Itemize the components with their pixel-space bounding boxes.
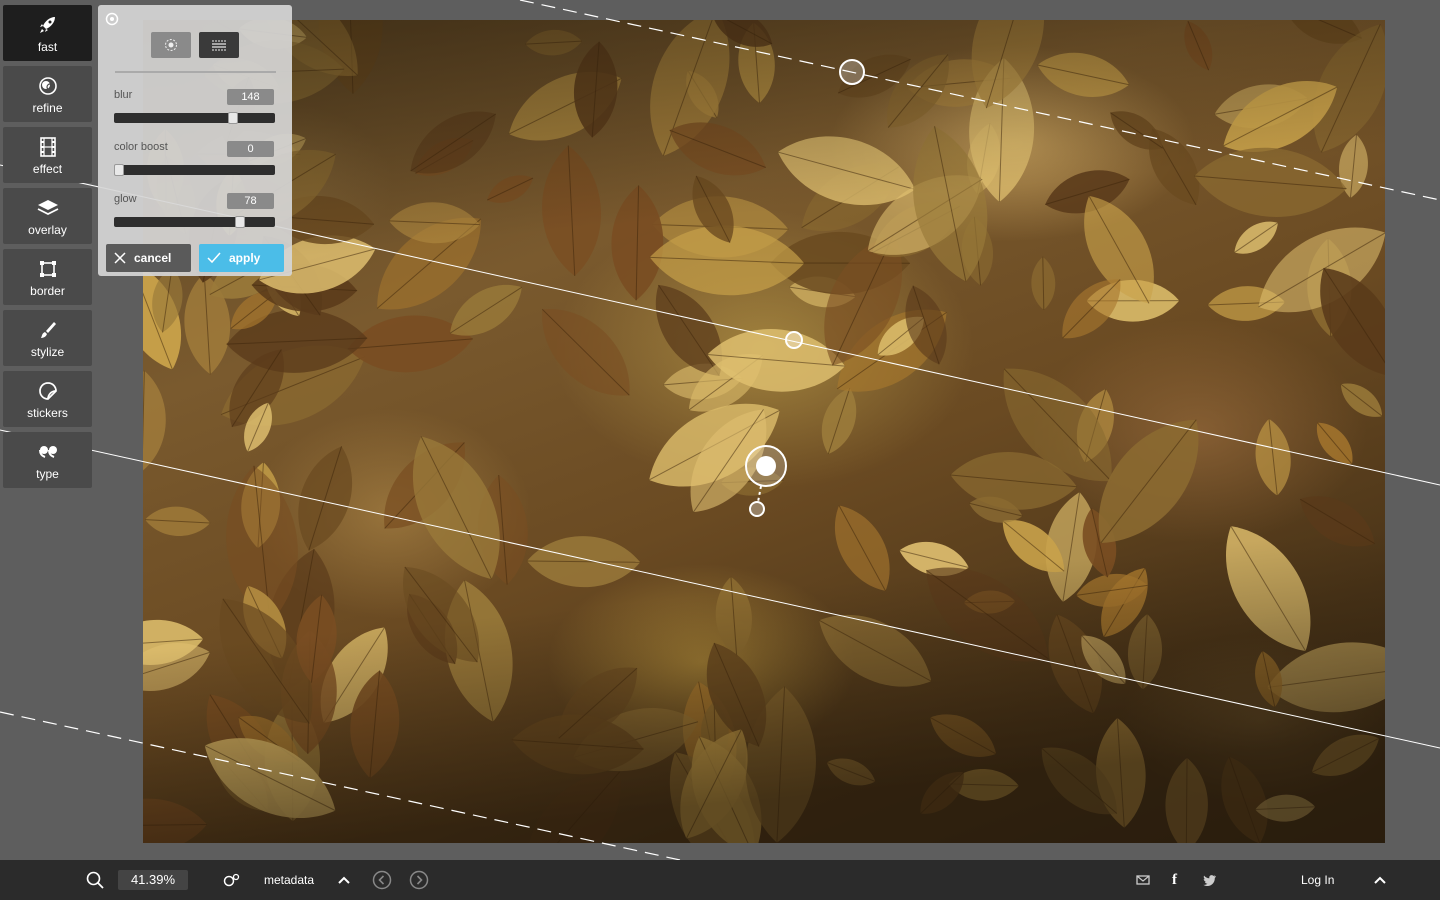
- twitter-icon: [1203, 875, 1216, 886]
- film-icon: [39, 137, 56, 157]
- slider-knob[interactable]: [114, 164, 124, 176]
- refine-icon: [38, 77, 57, 95]
- arrow-right-circle-icon: [409, 870, 429, 890]
- apply-button[interactable]: apply: [199, 244, 284, 272]
- tool-border[interactable]: border: [3, 249, 92, 305]
- metadata-icon-button[interactable]: [223, 860, 241, 900]
- param-label: color boost: [114, 141, 168, 153]
- tool-label: effect: [32, 162, 63, 176]
- tool-label: stylize: [30, 345, 65, 359]
- settings-ring-icon[interactable]: [105, 12, 119, 26]
- email-button[interactable]: [1136, 860, 1150, 900]
- expand-toggle[interactable]: [1373, 860, 1387, 900]
- bottom-bar: 41.39% metadata f Log In: [0, 860, 1440, 900]
- leaf-texture: [143, 20, 1385, 843]
- tool-fast[interactable]: fast: [3, 5, 92, 61]
- cancel-label: cancel: [134, 251, 172, 265]
- radial-icon: [165, 39, 177, 51]
- effect-panel: blur 148 color boost 0 glow 78 cancel apply: [98, 5, 292, 276]
- param-slider[interactable]: [114, 216, 275, 228]
- panel-divider: [115, 71, 276, 73]
- apply-label: apply: [229, 251, 261, 265]
- param-value-field[interactable]: 78: [227, 193, 274, 209]
- zoom-level[interactable]: 41.39%: [118, 870, 188, 890]
- param-label: glow: [114, 193, 137, 205]
- param-label: blur: [114, 89, 133, 101]
- chevron-up-icon: [338, 876, 350, 884]
- tool-label: border: [30, 284, 65, 298]
- facebook-button[interactable]: f: [1172, 860, 1177, 900]
- left-toolbar: fast refine effect overlay border stylize stic…: [3, 5, 92, 493]
- layers-icon: [37, 200, 58, 216]
- tool-label: overlay: [28, 223, 67, 237]
- prev-button[interactable]: [372, 860, 392, 900]
- tool-type[interactable]: type: [3, 432, 92, 488]
- slider-knob[interactable]: [228, 112, 239, 124]
- login-link[interactable]: Log In: [1301, 860, 1334, 900]
- cancel-button[interactable]: cancel: [106, 244, 191, 272]
- twitter-button[interactable]: [1203, 860, 1217, 900]
- metadata-toggle[interactable]: [337, 860, 351, 900]
- tool-label: refine: [32, 101, 63, 115]
- linear-icon: [212, 40, 226, 51]
- tool-label: stickers: [27, 406, 68, 420]
- tool-effect[interactable]: effect: [3, 127, 92, 183]
- quote-icon: [38, 446, 57, 458]
- radial-mode-button[interactable]: [151, 32, 191, 58]
- search-icon: [86, 871, 104, 889]
- rocket-icon: [39, 17, 55, 33]
- linear-mode-button[interactable]: [199, 32, 239, 58]
- zoom-button[interactable]: [86, 860, 104, 900]
- close-icon: [114, 252, 126, 264]
- next-button[interactable]: [409, 860, 429, 900]
- tool-label: type: [36, 467, 59, 481]
- tool-label: fast: [37, 40, 58, 54]
- chevron-up-icon: [1374, 876, 1386, 884]
- tool-refine[interactable]: refine: [3, 66, 92, 122]
- facebook-icon: f: [1172, 871, 1177, 888]
- param-value-field[interactable]: 148: [227, 89, 274, 105]
- slider-knob[interactable]: [234, 216, 245, 228]
- sticker-icon: [38, 382, 57, 400]
- check-icon: [207, 252, 221, 264]
- param-slider[interactable]: [114, 164, 275, 176]
- metadata-icon: [223, 873, 240, 887]
- tool-overlay[interactable]: overlay: [3, 188, 92, 244]
- mail-icon: [1136, 875, 1150, 885]
- arrow-left-circle-icon: [372, 870, 392, 890]
- metadata-label[interactable]: metadata: [264, 860, 314, 900]
- param-slider[interactable]: [114, 112, 275, 124]
- tool-stickers[interactable]: stickers: [3, 371, 92, 427]
- tool-stylize[interactable]: stylize: [3, 310, 92, 366]
- border-icon: [39, 261, 56, 277]
- param-value-field[interactable]: 0: [227, 141, 274, 157]
- photo[interactable]: [143, 20, 1385, 843]
- brush-icon: [40, 322, 56, 338]
